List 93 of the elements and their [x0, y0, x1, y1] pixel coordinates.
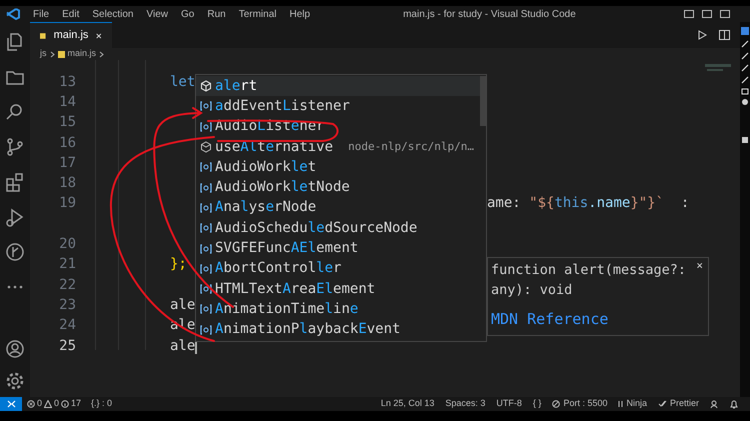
app-logo-icon [6, 8, 20, 20]
line-number: 14 [58, 92, 76, 112]
variable-icon [200, 100, 212, 112]
run-debug-icon[interactable] [5, 207, 25, 227]
menu-item[interactable]: File [33, 6, 50, 22]
extensions-icon[interactable] [5, 172, 25, 192]
info-count[interactable]: 17 [71, 397, 82, 411]
git-graph-icon[interactable] [5, 242, 25, 262]
editor-tab[interactable]: main.js [30, 22, 112, 48]
line-number: 19 [58, 194, 76, 214]
status-item[interactable]: Ln 25, Col 13 [380, 397, 434, 411]
variable-icon [200, 262, 212, 275]
close-icon [96, 32, 102, 40]
cube-icon [200, 80, 212, 92]
menu-item[interactable]: Selection [92, 6, 134, 22]
breadcrumb-item[interactable]: js [40, 47, 46, 61]
status-item[interactable]: Port : 5500 [552, 397, 608, 411]
code-line: ale [170, 296, 196, 315]
warning-count[interactable]: 0 [54, 397, 60, 411]
double-check-icon [658, 400, 667, 408]
js-file-icon [58, 50, 64, 58]
line-number: 23 [58, 296, 76, 315]
line-number: 22 [58, 276, 76, 295]
menu-item[interactable]: Help [290, 6, 310, 22]
suggestion-item[interactable]: SVGFEFuncAElement [196, 238, 480, 259]
line-number: 20 [58, 235, 76, 254]
menu-item[interactable]: View [146, 6, 168, 22]
js-file-icon [40, 32, 46, 40]
suggestion-item[interactable]: AnimationPlaybackEvent [196, 320, 480, 340]
close-button[interactable]: × [696, 258, 703, 274]
menu-item[interactable]: Terminal [238, 6, 276, 22]
suggestion-item[interactable]: AudioWorkletNode [196, 177, 480, 198]
mdn-reference-link[interactable]: MDN Reference [491, 308, 608, 330]
variable-icon [200, 182, 212, 194]
no-entry-icon [552, 400, 560, 408]
remote-icon [6, 400, 16, 408]
cube-icon [200, 141, 212, 154]
suggestion-item[interactable]: addEvent Listener [196, 96, 480, 117]
line-number: 21 [58, 255, 76, 274]
status-item[interactable]: Ninja [618, 397, 647, 411]
variable-icon [200, 324, 212, 336]
chevron-icon [50, 50, 54, 58]
menu-item[interactable]: Go [181, 6, 194, 22]
line-number: 24 [58, 316, 76, 336]
line-number: 25 [58, 336, 76, 356]
suggestion-item[interactable]: AudioScheduledSourceNode [196, 218, 480, 238]
line-number: 17 [58, 154, 76, 173]
bars-icon [618, 400, 624, 408]
status-item[interactable]: Spaces: 3 [445, 397, 486, 411]
suggestion-item[interactable]: AnimationTimeline [196, 299, 480, 320]
menu-item[interactable]: Edit [62, 6, 80, 22]
suggestion-detail: node-nlp/src/nlp/n… [348, 138, 474, 155]
variable-icon [200, 283, 212, 296]
settings-icon[interactable] [5, 371, 25, 391]
status-item[interactable]: {.} : 0 [91, 397, 112, 411]
line-number: 13 [58, 72, 76, 92]
menu-item[interactable]: Run [207, 6, 226, 22]
code-line: let [170, 72, 196, 92]
suggestion-item[interactable]: AbortControlle r [196, 258, 480, 279]
line-number: 18 [58, 174, 76, 194]
status-item[interactable]: UTF-8 [496, 397, 522, 411]
feedback-icon [710, 400, 719, 408]
run-icon [697, 30, 707, 40]
variable-icon [200, 242, 212, 255]
chevron-icon [99, 50, 104, 58]
code-line: }; [170, 255, 187, 274]
remote-button[interactable] [0, 397, 22, 411]
error-icon [27, 400, 35, 408]
line-number: 16 [58, 134, 76, 153]
branch-icon[interactable] [5, 137, 25, 157]
files-icon[interactable] [5, 32, 25, 52]
account-icon[interactable] [5, 339, 25, 359]
suggestion-item[interactable]: Analyse rNode [196, 198, 480, 218]
function-signature: function alert(message?: any): void [491, 261, 688, 300]
warning-icon [44, 400, 52, 408]
status-item[interactable]: Prettier [658, 397, 699, 411]
info-icon [61, 400, 70, 408]
variable-icon [200, 303, 212, 316]
variable-icon [200, 161, 212, 174]
variable-icon [200, 222, 212, 234]
variable-icon [200, 202, 212, 214]
suggestion-item[interactable]: HTMLTextAreaElement [196, 278, 480, 300]
suggestion-item[interactable]: ale rt [196, 76, 480, 96]
split-editor-icon [719, 30, 730, 40]
window-title: main.js - for study - Visual Studio Code [403, 8, 576, 22]
status-item[interactable]: { } [532, 397, 542, 411]
code-line: ame: "${this.name}"}` : [487, 194, 690, 214]
bell-icon [730, 400, 738, 408]
breadcrumb-item[interactable]: main.js [68, 47, 96, 61]
error-count[interactable]: 0 [37, 397, 42, 411]
line-number: 15 [58, 113, 76, 132]
variable-icon [200, 120, 212, 133]
suggestion-item[interactable]: AudioWorklet [196, 157, 480, 178]
